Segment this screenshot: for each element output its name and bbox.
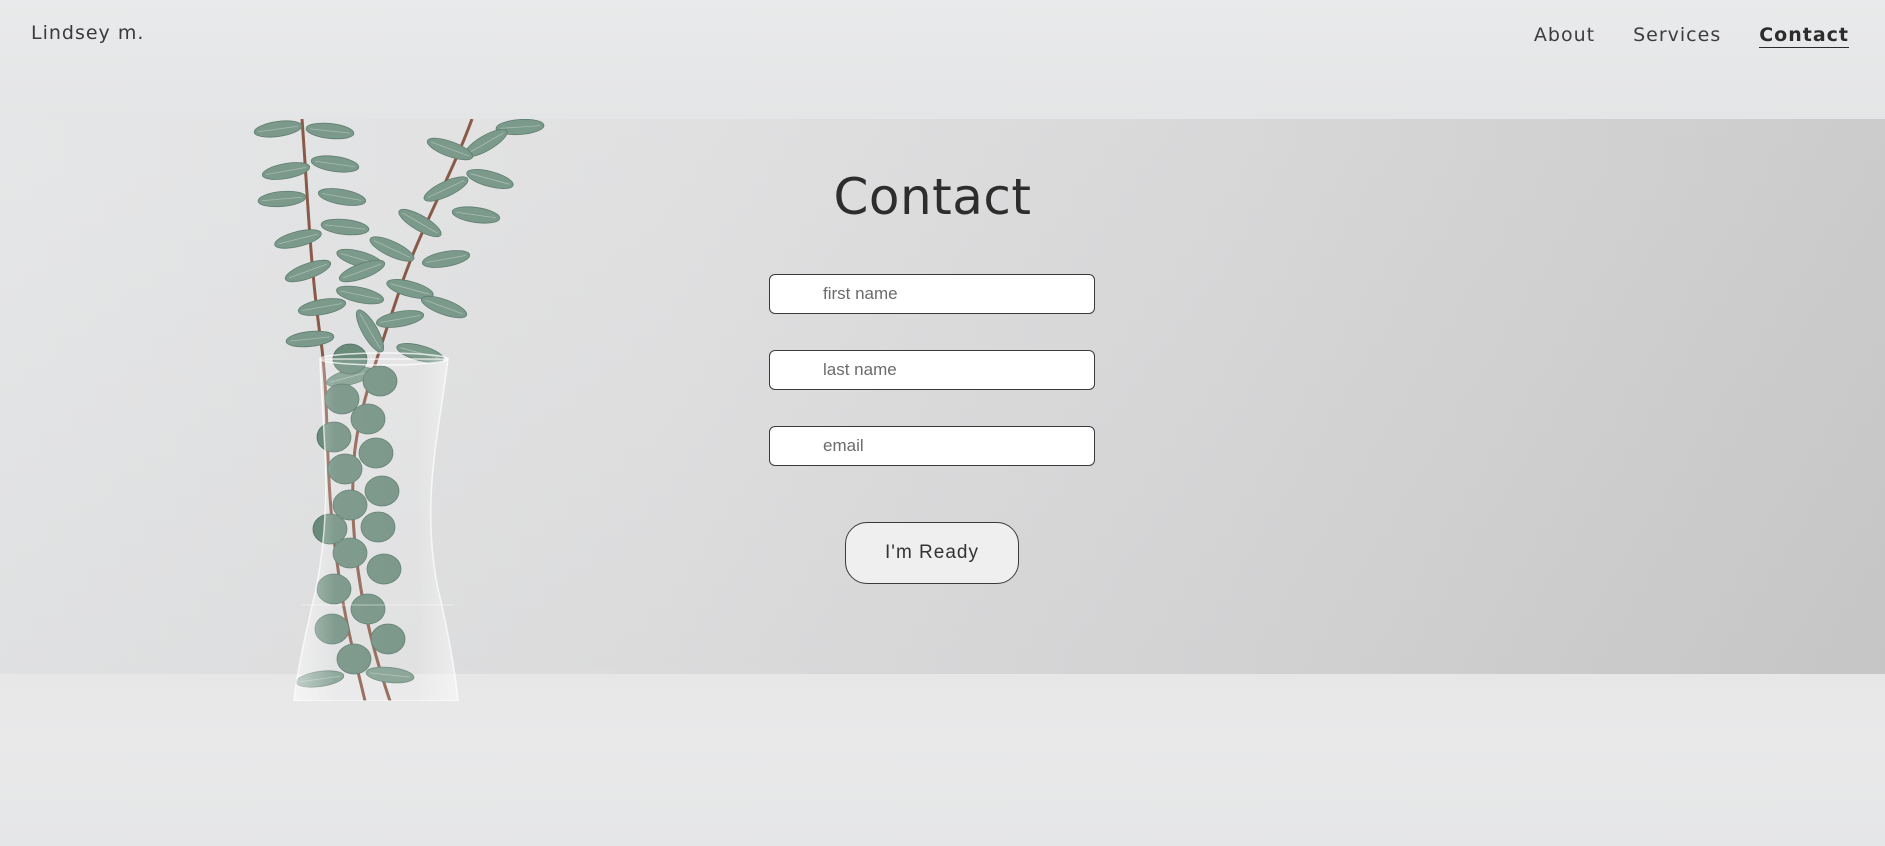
nav-services[interactable]: Services bbox=[1633, 24, 1721, 48]
main-nav: About Services Contact bbox=[1534, 24, 1849, 48]
nav-contact[interactable]: Contact bbox=[1759, 24, 1849, 48]
header-background bbox=[0, 0, 1885, 120]
page-title: Contact bbox=[833, 168, 1032, 226]
first-name-field[interactable] bbox=[769, 274, 1095, 314]
site-logo[interactable]: Lindsey m. bbox=[31, 22, 144, 44]
nav-about[interactable]: About bbox=[1534, 24, 1595, 48]
email-field[interactable] bbox=[769, 426, 1095, 466]
submit-button[interactable]: I'm Ready bbox=[845, 522, 1019, 584]
last-name-field[interactable] bbox=[769, 350, 1095, 390]
